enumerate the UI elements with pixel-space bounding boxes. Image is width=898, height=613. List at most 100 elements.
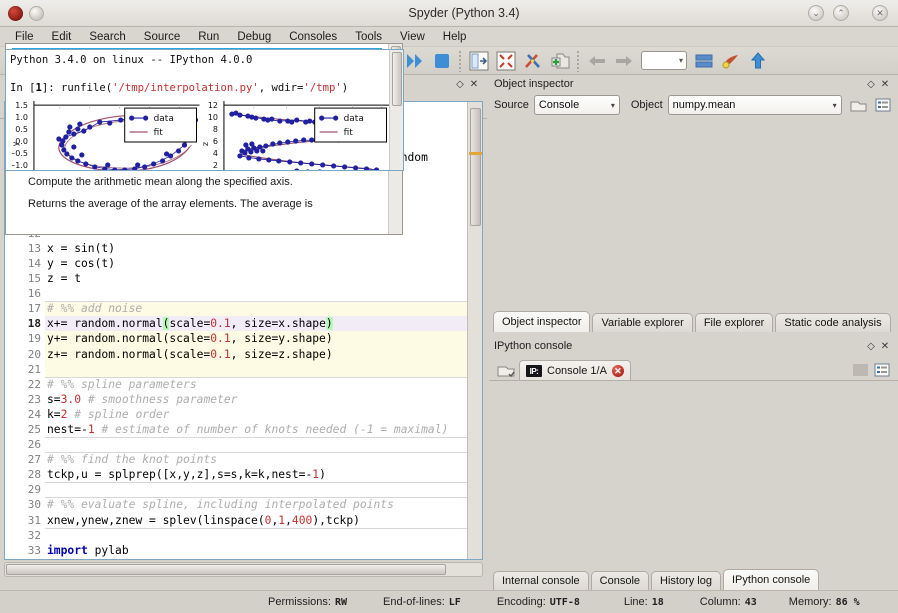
- tab-history-log[interactable]: History log: [651, 571, 721, 590]
- object-inspector-toolbar: Source Console ▾ Object numpy.mean ▾: [489, 93, 898, 118]
- menu-search[interactable]: Search: [80, 30, 134, 44]
- console-scrollbar[interactable]: [389, 50, 403, 170]
- code-line: s=3.0 # smoothness parameter: [45, 392, 467, 407]
- editor-scroll-thumb[interactable]: [470, 108, 481, 226]
- console-scroll-thumb[interactable]: [392, 52, 402, 106]
- line-number: 29: [21, 482, 41, 497]
- code-line: x+= random.normal(scale=0.1, size=x.shap…: [45, 316, 467, 331]
- legend-label-fit: fit: [343, 128, 353, 138]
- open-terminal-icon[interactable]: [718, 48, 744, 73]
- close-console-icon[interactable]: ✕: [612, 365, 624, 377]
- statusbar: Permissions: RW End-of-lines: LF Encodin…: [0, 590, 898, 613]
- code-token: pylab: [88, 544, 129, 557]
- object-label: Object: [631, 99, 663, 111]
- maximize-pane-icon[interactable]: [466, 48, 492, 73]
- menu-debug[interactable]: Debug: [228, 30, 280, 44]
- browse-consoles-icon[interactable]: [493, 359, 519, 381]
- memory-value: 86 %: [836, 597, 860, 608]
- tab-internal-console[interactable]: Internal console: [493, 571, 589, 590]
- status-encoding: Encoding: UTF-8: [497, 596, 580, 608]
- command-middle: , wdir=: [259, 82, 304, 94]
- editor-vertical-scrollbar[interactable]: [467, 102, 482, 559]
- code-token: # spline order: [74, 408, 169, 421]
- spyder-window: Spyder (Python 3.4) ⌄ ⌃ ✕ File Edit Sear…: [0, 0, 898, 613]
- column-value: 43: [745, 597, 757, 608]
- menu-help[interactable]: Help: [434, 30, 476, 44]
- console-tab-1a[interactable]: IP: Console 1/A ✕: [519, 360, 631, 381]
- close-pane-icon[interactable]: ✕: [878, 339, 892, 353]
- line-label: Line:: [624, 596, 648, 608]
- close-button[interactable]: ✕: [872, 5, 888, 21]
- object-value: numpy.mean: [673, 99, 829, 111]
- ipython-console-output[interactable]: Python 3.4.0 on linux -- IPython 4.0.0 I…: [5, 49, 404, 171]
- menu-view[interactable]: View: [391, 30, 434, 44]
- minimize-button[interactable]: ⌄: [808, 5, 824, 21]
- browse-dir-icon[interactable]: [691, 48, 717, 73]
- menu-run[interactable]: Run: [189, 30, 228, 44]
- menu-file[interactable]: File: [6, 30, 43, 44]
- parent-dir-icon[interactable]: [745, 48, 771, 73]
- spyder-app-icon: [8, 6, 23, 21]
- menu-consoles[interactable]: Consoles: [280, 30, 346, 44]
- menu-edit[interactable]: Edit: [43, 30, 81, 44]
- tab-file-explorer[interactable]: File explorer: [695, 313, 774, 332]
- object-inspector-header: Object inspector ◇ ✕: [489, 75, 898, 93]
- editor-hscroll-thumb[interactable]: [6, 564, 446, 575]
- tab-object-inspector[interactable]: Object inspector: [493, 311, 590, 332]
- prompt-suffix: ]:: [42, 82, 61, 94]
- tab-variable-explorer[interactable]: Variable explorer: [592, 313, 692, 332]
- console-options-icon[interactable]: [874, 363, 892, 378]
- debug-stop-icon[interactable]: [429, 48, 455, 73]
- maximize-button[interactable]: ⌃: [833, 5, 849, 21]
- code-token: import: [47, 544, 88, 557]
- window-menu-icon[interactable]: [29, 6, 44, 21]
- tab-ipython-console[interactable]: IPython console: [723, 569, 819, 590]
- legend-label-data: data: [154, 114, 174, 124]
- svg-text:4: 4: [212, 149, 217, 158]
- scroll-marker-warning: [469, 152, 482, 155]
- source-combo[interactable]: Console ▾: [534, 95, 620, 115]
- tab-console[interactable]: Console: [591, 571, 649, 590]
- undock-icon[interactable]: ◇: [864, 339, 878, 353]
- line-number: 22: [21, 377, 41, 392]
- menu-tools[interactable]: Tools: [346, 30, 391, 44]
- back-arrow-icon[interactable]: [584, 48, 610, 73]
- working-directory-combo[interactable]: ▾: [641, 51, 687, 70]
- close-pane-icon[interactable]: ✕: [878, 77, 892, 91]
- oi-home-icon[interactable]: [849, 97, 867, 113]
- code-line: tckp,u = splprep([x,y,z],s=s,k=k,nest=-1…: [45, 467, 467, 482]
- line-number: 33: [21, 543, 41, 558]
- console-tab-label: Console 1/A: [547, 365, 607, 377]
- preferences-icon[interactable]: [520, 48, 546, 73]
- titlebar-left-controls: [0, 6, 120, 21]
- pythonpath-manager-icon[interactable]: [547, 48, 573, 73]
- chevron-down-icon: ▾: [611, 101, 615, 110]
- object-combo[interactable]: numpy.mean ▾: [668, 95, 842, 115]
- legend-label-fit: fit: [154, 128, 164, 138]
- code-token: x+= random.normal: [47, 317, 163, 330]
- encoding-value: UTF-8: [550, 597, 580, 608]
- command-arg-wdir: '/tmp': [303, 82, 341, 94]
- tab-static-code-analysis[interactable]: Static code analysis: [775, 313, 890, 332]
- fullscreen-icon[interactable]: [493, 48, 519, 73]
- undock-icon[interactable]: ◇: [864, 77, 878, 91]
- oi-options-icon[interactable]: [875, 98, 893, 113]
- status-eol: End-of-lines: LF: [383, 596, 461, 608]
- undock-icon[interactable]: ◇: [453, 77, 467, 91]
- permissions-label: Permissions:: [268, 596, 331, 608]
- code-line: xnew,ynew,znew = splev(linspace(0,1,400)…: [45, 513, 467, 528]
- code-token: 400: [292, 514, 312, 527]
- plot-xy: 1.5 1.0 0.5 0.0 −0.5 −1.0 y: [12, 99, 200, 170]
- code-token: [81, 393, 88, 406]
- debug-continue-icon[interactable]: [402, 48, 428, 73]
- editor-horizontal-scrollbar[interactable]: [4, 562, 483, 577]
- forward-arrow-icon[interactable]: [611, 48, 637, 73]
- object-inspector-title: Object inspector: [494, 78, 864, 90]
- menu-source[interactable]: Source: [135, 30, 189, 44]
- source-value: Console: [539, 99, 607, 111]
- svg-text:10: 10: [207, 113, 217, 122]
- code-line: [45, 362, 467, 377]
- svg-text:1.5: 1.5: [15, 101, 28, 110]
- close-pane-icon[interactable]: ✕: [467, 77, 481, 91]
- code-line: x = sin(t): [45, 241, 467, 256]
